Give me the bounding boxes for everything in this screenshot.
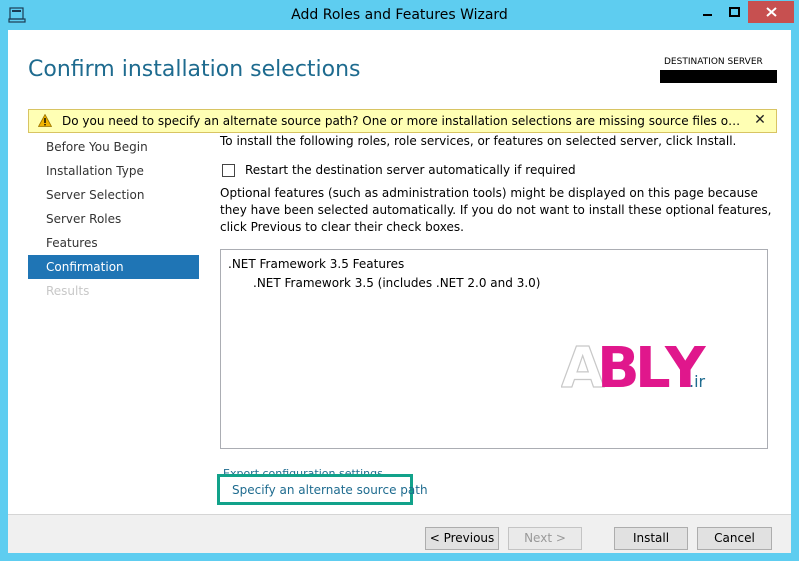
title-bar[interactable]: Add Roles and Features Wizard: [0, 0, 799, 30]
intro-text: To install the following roles, role ser…: [220, 134, 737, 148]
warning-icon: [38, 114, 52, 127]
selection-subitem: .NET Framework 3.5 (includes .NET 2.0 an…: [253, 276, 541, 290]
warning-bar: Do you need to specify an alternate sour…: [28, 109, 777, 133]
restart-checkbox[interactable]: [222, 163, 235, 177]
selection-item: .NET Framework 3.5 Features: [228, 257, 405, 271]
nav-item-features[interactable]: Features: [28, 231, 199, 255]
wizard-nav: Before You Begin Installation Type Serve…: [28, 135, 199, 303]
window-title: Add Roles and Features Wizard: [291, 7, 508, 23]
minimize-button[interactable]: [694, 1, 721, 23]
cancel-button[interactable]: Cancel: [697, 527, 772, 550]
nav-item-results: Results: [46, 284, 90, 298]
restart-label[interactable]: Restart the destination server automatic…: [245, 163, 576, 177]
minimize-icon: [702, 14, 712, 16]
ably-watermark-logo: A B L Y .ir: [561, 335, 707, 401]
alternate-source-highlight: Specify an alternate source path: [217, 474, 428, 505]
logo-letter-b: B: [597, 336, 640, 401]
install-button[interactable]: Install: [614, 527, 688, 550]
nav-item-confirmation[interactable]: Confirmation: [28, 255, 199, 279]
wizard-window: Add Roles and Features Wizard Confirm in…: [0, 0, 799, 561]
optional-features-text: Optional features (such as administratio…: [220, 186, 772, 234]
maximize-icon: [729, 7, 740, 17]
restart-option[interactable]: Restart the destination server automatic…: [222, 163, 576, 177]
nav-item-before-you-begin[interactable]: Before You Begin: [28, 135, 199, 159]
nav-item-installation-type[interactable]: Installation Type: [28, 159, 199, 183]
destination-server-redacted: [660, 70, 777, 83]
page-title: Confirm installation selections: [28, 57, 361, 82]
wizard-content: Confirm installation selections DESTINAT…: [8, 30, 791, 553]
close-icon: [765, 7, 777, 17]
warning-close-button[interactable]: ✕: [751, 112, 769, 128]
nav-item-server-roles[interactable]: Server Roles: [28, 207, 199, 231]
wizard-footer: < Previous Next > Install Cancel: [8, 515, 791, 553]
next-button: Next >: [508, 527, 582, 550]
maximize-button[interactable]: [721, 1, 748, 23]
logo-suffix: .ir: [689, 372, 706, 391]
destination-server-label: DESTINATION SERVER: [664, 57, 763, 67]
logo-letter-y: Y: [664, 336, 707, 401]
previous-button[interactable]: < Previous: [425, 527, 499, 550]
selections-list[interactable]: .NET Framework 3.5 Features .NET Framewo…: [220, 249, 768, 449]
nav-item-server-selection[interactable]: Server Selection: [28, 183, 199, 207]
alternate-source-link[interactable]: Specify an alternate source path: [232, 483, 428, 497]
warning-text: Do you need to specify an alternate sour…: [62, 114, 742, 128]
close-button[interactable]: [748, 1, 794, 23]
